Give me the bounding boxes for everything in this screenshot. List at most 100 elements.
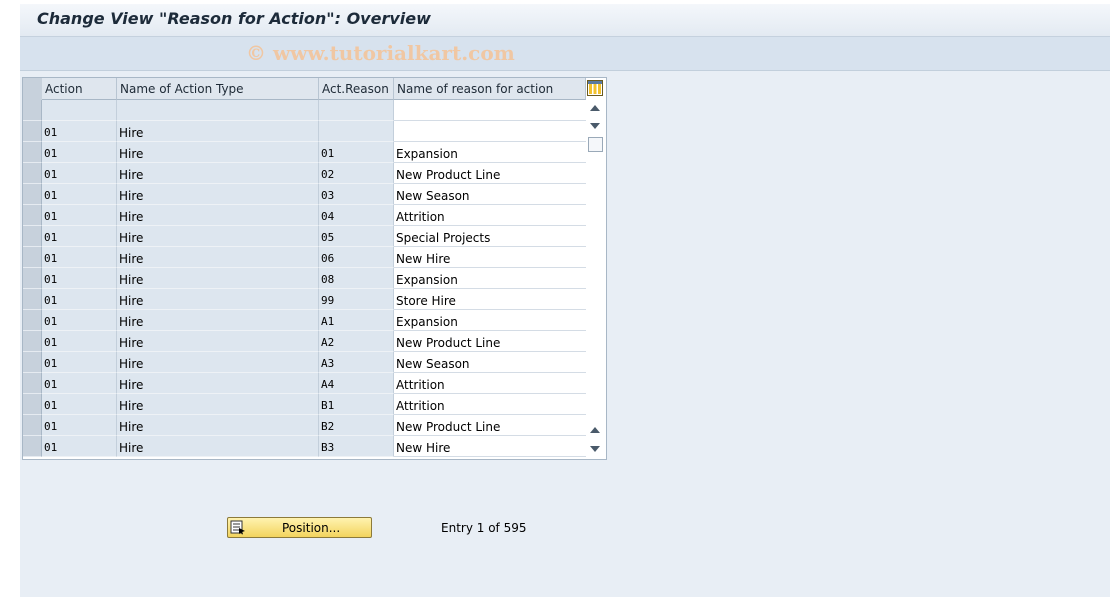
cell-act-reason: B2 [319,415,394,436]
row-selector[interactable] [23,226,42,247]
scroll-thumb[interactable] [588,137,603,152]
table-row[interactable]: 01 Hire A4 Attrition [23,373,586,394]
table-row[interactable]: 01 Hire A3 New Season [23,352,586,373]
cell-action-type-name: Hire [117,163,319,184]
cell-action-type-name: Hire [117,205,319,226]
cell-action: 01 [42,436,117,457]
row-selector[interactable] [23,373,42,394]
table-row[interactable]: 01 Hire B2 New Product Line [23,415,586,436]
cell-reason-name[interactable] [394,100,586,121]
cell-act-reason: 99 [319,289,394,310]
cell-reason-name[interactable]: New Product Line [394,163,586,184]
cell-act-reason: B3 [319,436,394,457]
row-selector[interactable] [23,247,42,268]
cell-reason-name[interactable]: Attrition [394,205,586,226]
column-header-act-reason[interactable]: Act.Reason [319,78,394,100]
cell-reason-name[interactable]: Attrition [394,373,586,394]
row-selector[interactable] [23,184,42,205]
cell-reason-name[interactable]: New Season [394,184,586,205]
cell-act-reason: A1 [319,310,394,331]
row-selector[interactable] [23,205,42,226]
entry-counter: Entry 1 of 595 [441,521,527,535]
cell-reason-name[interactable]: Store Hire [394,289,586,310]
table-row[interactable]: 01 Hire 03 New Season [23,184,586,205]
cell-action-type-name: Hire [117,394,319,415]
cell-action: 01 [42,121,117,142]
cell-reason-name[interactable]: New Hire [394,436,586,457]
scroll-page-up-icon[interactable] [590,427,600,433]
row-selector[interactable] [23,436,42,457]
cell-action: 01 [42,331,117,352]
cell-action-type-name: Hire [117,289,319,310]
row-selector[interactable] [23,289,42,310]
cell-reason-name[interactable]: New Season [394,352,586,373]
table-row[interactable]: 01 Hire 05 Special Projects [23,226,586,247]
cell-action-type-name: Hire [117,226,319,247]
table-row[interactable]: 01 Hire 99 Store Hire [23,289,586,310]
cell-action-type-name: Hire [117,247,319,268]
table-settings-icon[interactable] [586,79,604,97]
cell-action: 01 [42,205,117,226]
table-row[interactable]: 01 Hire [23,121,586,142]
cell-action: 01 [42,163,117,184]
cell-action-type-name: Hire [117,331,319,352]
table-row[interactable]: 01 Hire 08 Expansion [23,268,586,289]
table-row[interactable]: 01 Hire A2 New Product Line [23,331,586,352]
cell-act-reason [319,100,394,121]
cell-reason-name[interactable]: Expansion [394,142,586,163]
cell-act-reason: A3 [319,352,394,373]
table-row[interactable]: 01 Hire B3 New Hire [23,436,586,457]
position-icon [230,520,246,535]
cell-reason-name[interactable]: Expansion [394,310,586,331]
scroll-up-icon[interactable] [590,105,600,111]
table-vertical-scrollbar[interactable] [586,100,605,458]
cell-act-reason: 04 [319,205,394,226]
position-button[interactable]: Position... [227,517,372,538]
row-selector[interactable] [23,142,42,163]
row-selector[interactable] [23,331,42,352]
scroll-down-icon[interactable] [590,123,600,129]
cell-reason-name[interactable]: Expansion [394,268,586,289]
cell-reason-name[interactable]: New Product Line [394,331,586,352]
table-row[interactable]: 01 Hire 02 New Product Line [23,163,586,184]
cell-reason-name[interactable]: New Hire [394,247,586,268]
table-row[interactable]: 01 Hire 06 New Hire [23,247,586,268]
row-selector[interactable] [23,121,42,142]
cell-reason-name[interactable]: New Product Line [394,415,586,436]
cell-reason-name[interactable]: Attrition [394,394,586,415]
row-selector[interactable] [23,268,42,289]
scroll-page-down-icon[interactable] [590,446,600,452]
row-selector[interactable] [23,100,42,121]
table-row[interactable]: 01 Hire 01 Expansion [23,142,586,163]
cell-action-type-name: Hire [117,415,319,436]
row-selector[interactable] [23,415,42,436]
table-row[interactable] [23,100,586,121]
cell-action: 01 [42,289,117,310]
select-all-cell[interactable] [23,78,43,101]
row-selector[interactable] [23,310,42,331]
cell-action: 01 [42,268,117,289]
cell-action-type-name: Hire [117,268,319,289]
cell-action: 01 [42,184,117,205]
cell-act-reason: 06 [319,247,394,268]
table-row[interactable]: 01 Hire A1 Expansion [23,310,586,331]
application-toolbar: © www.tutorialkart.com [20,37,1110,71]
reason-for-action-table: Action Name of Action Type Act.Reason Na… [22,77,607,460]
row-selector[interactable] [23,394,42,415]
cell-reason-name[interactable]: Special Projects [394,226,586,247]
cell-action: 01 [42,310,117,331]
table-row[interactable]: 01 Hire B1 Attrition [23,394,586,415]
row-selector[interactable] [23,352,42,373]
table-row[interactable]: 01 Hire 04 Attrition [23,205,586,226]
cell-action-type-name: Hire [117,142,319,163]
column-header-reason-name[interactable]: Name of reason for action [394,78,586,100]
column-header-action-type-name[interactable]: Name of Action Type [117,78,319,100]
cell-action: 01 [42,415,117,436]
column-header-action[interactable]: Action [42,78,117,100]
row-selector[interactable] [23,163,42,184]
cell-action: 01 [42,394,117,415]
cell-act-reason: B1 [319,394,394,415]
cell-reason-name[interactable] [394,121,586,142]
cell-act-reason: 02 [319,163,394,184]
cell-action: 01 [42,247,117,268]
